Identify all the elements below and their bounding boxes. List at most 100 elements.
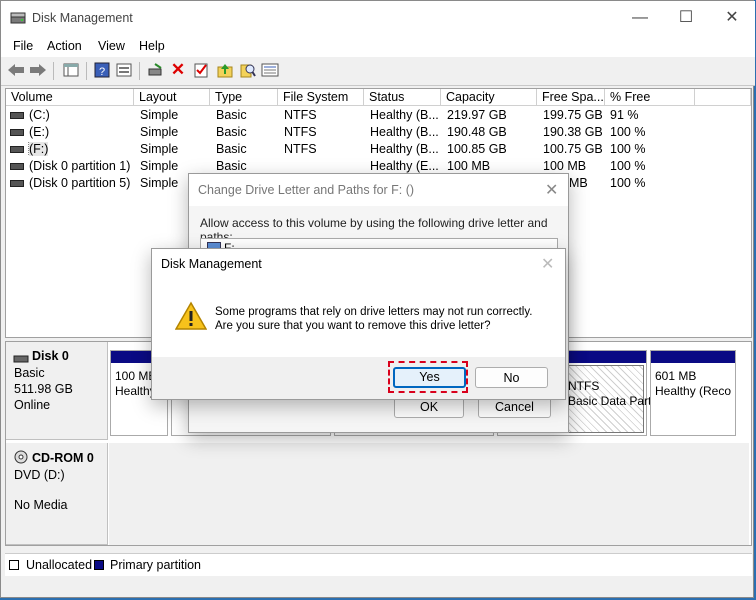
- toolbar-separator: [86, 62, 87, 80]
- window-title: Disk Management: [32, 11, 133, 25]
- table-row[interactable]: (C:) Simple Basic NTFS Healthy (B... 219.97 G…: [6, 108, 751, 125]
- volume-name: (C:): [29, 108, 50, 122]
- maximize-button[interactable]: ☐: [663, 1, 709, 35]
- console-tree-icon[interactable]: [61, 60, 81, 80]
- table-cell: Basic: [216, 108, 247, 122]
- dialog-close-icon[interactable]: ✕: [545, 180, 558, 200]
- table-row[interactable]: (E:) Simple Basic NTFS Healthy (B... 190.48 G…: [6, 125, 751, 142]
- disk-0-name: Disk 0: [32, 349, 69, 363]
- table-cell: (F:): [10, 142, 49, 156]
- table-cell: 100 %: [610, 142, 646, 156]
- no-button[interactable]: No: [475, 367, 548, 388]
- partition-size: 601 MB: [655, 369, 697, 383]
- folder-up-icon[interactable]: [215, 60, 235, 80]
- menu-help[interactable]: Help: [139, 39, 165, 53]
- cdrom-area[interactable]: [109, 443, 749, 545]
- table-cell: 100.85 GB: [447, 142, 507, 156]
- column-header-file-system[interactable]: File System: [278, 89, 364, 106]
- table-cell: 100 %: [610, 159, 646, 173]
- check-icon[interactable]: [191, 60, 211, 80]
- column-header-type[interactable]: Type: [210, 89, 278, 106]
- table-cell: Healthy (B...: [370, 125, 439, 139]
- cdrom-0-label[interactable]: CD-ROM 0 DVD (D:) No Media: [6, 443, 108, 545]
- close-button[interactable]: ✕: [709, 1, 755, 35]
- disk-0-type: Basic: [14, 366, 45, 380]
- primary-partition-swatch: [94, 560, 104, 570]
- column-header-capacity[interactable]: Capacity: [441, 89, 537, 106]
- cdrom-type: DVD (D:): [14, 468, 65, 482]
- table-cell: 219.97 GB: [447, 108, 507, 122]
- confirm-remove-dialog: Disk Management ✕ Some programs that rel…: [151, 248, 566, 400]
- table-cell: (Disk 0 partition 1): [10, 159, 130, 173]
- table-cell: NTFS: [284, 108, 317, 122]
- table-cell: 100 %: [610, 125, 646, 139]
- column-header-status[interactable]: Status: [364, 89, 441, 106]
- back-icon[interactable]: [6, 60, 26, 80]
- menu-file[interactable]: File: [13, 39, 33, 53]
- disk-icon: [13, 352, 29, 363]
- menu-bar: File Action View Help: [1, 35, 755, 58]
- column-header-percent-free[interactable]: % Free: [605, 89, 695, 106]
- table-cell: MB: [569, 176, 588, 190]
- list-view-icon[interactable]: [260, 60, 280, 80]
- unallocated-swatch: [9, 560, 19, 570]
- table-cell: (C:): [10, 108, 50, 122]
- table-cell: Simple: [140, 159, 179, 173]
- column-header-empty: [695, 89, 751, 106]
- dialog-title: Change Drive Letter and Paths for F: (): [198, 183, 415, 197]
- toolbar-separator: [139, 62, 140, 80]
- table-cell: Healthy (B...: [370, 108, 439, 122]
- properties-icon[interactable]: [114, 60, 134, 80]
- column-header-volume[interactable]: Volume: [6, 89, 134, 106]
- legend: Unallocated Primary partition: [5, 553, 752, 576]
- volume-drive-icon: [10, 146, 24, 154]
- title-bar: Disk Management — ☐ ✕: [1, 1, 755, 35]
- toolbar: ? ✕: [1, 57, 755, 86]
- yes-button[interactable]: Yes: [393, 367, 466, 388]
- cd-drive-icon: [13, 450, 29, 464]
- cdrom-media: No Media: [14, 498, 68, 512]
- table-cell: 100 MB: [447, 159, 491, 173]
- table-cell: 190.38 GB: [543, 125, 603, 139]
- table-cell: 199.75 GB: [543, 108, 603, 122]
- menu-view[interactable]: View: [98, 39, 125, 53]
- disk-0-size: 511.98 GB: [14, 382, 73, 396]
- table-row[interactable]: (F:) Simple Basic NTFS Healthy (B... 100.85 G…: [6, 142, 751, 159]
- disk-0-label[interactable]: Disk 0 Basic 511.98 GB Online: [6, 342, 108, 440]
- table-cell: NTFS: [284, 125, 317, 139]
- search-icon[interactable]: [238, 60, 258, 80]
- forward-icon[interactable]: [28, 60, 48, 80]
- table-cell: 100 MB: [543, 159, 587, 173]
- confirm-message-line2: Are you sure that you want to remove thi…: [215, 320, 491, 332]
- minimize-button[interactable]: —: [617, 1, 663, 35]
- disk-0-status: Online: [14, 398, 51, 412]
- partition-status: Basic Data Partiti: [568, 394, 661, 408]
- toolbar-separator: [53, 62, 54, 80]
- table-cell: Simple: [140, 108, 179, 122]
- table-cell: 91 %: [610, 108, 639, 122]
- column-header-layout[interactable]: Layout: [134, 89, 210, 106]
- volume-name: (E:): [29, 125, 50, 139]
- table-cell: Basic: [216, 142, 247, 156]
- column-header-free-space[interactable]: Free Spa...: [537, 89, 605, 106]
- confirm-close-icon[interactable]: ✕: [541, 254, 554, 274]
- partition-file-system: NTFS: [568, 379, 600, 393]
- volume-name: (F:): [27, 142, 49, 156]
- volume-drive-icon: [10, 129, 24, 137]
- help-icon[interactable]: ?: [92, 60, 112, 80]
- table-cell: 100 %: [610, 176, 646, 190]
- partition-recovery[interactable]: 601 MB Healthy (Reco: [650, 350, 736, 436]
- table-cell: 100.75 GB: [543, 142, 603, 156]
- delete-icon[interactable]: ✕: [168, 60, 188, 80]
- menu-action[interactable]: Action: [47, 39, 82, 53]
- volume-drive-icon: [10, 180, 24, 188]
- table-cell: Healthy (E...: [370, 159, 439, 173]
- table-cell: NTFS: [284, 142, 317, 156]
- disk-management-app-icon: [10, 11, 26, 25]
- table-cell: 190.48 GB: [447, 125, 507, 139]
- volume-name: (Disk 0 partition 5): [29, 176, 131, 190]
- volume-drive-icon: [10, 163, 24, 171]
- connect-drive-icon[interactable]: [146, 60, 166, 80]
- partition-status: Healthy (Reco: [655, 384, 732, 398]
- confirm-dialog-title: Disk Management: [161, 257, 262, 271]
